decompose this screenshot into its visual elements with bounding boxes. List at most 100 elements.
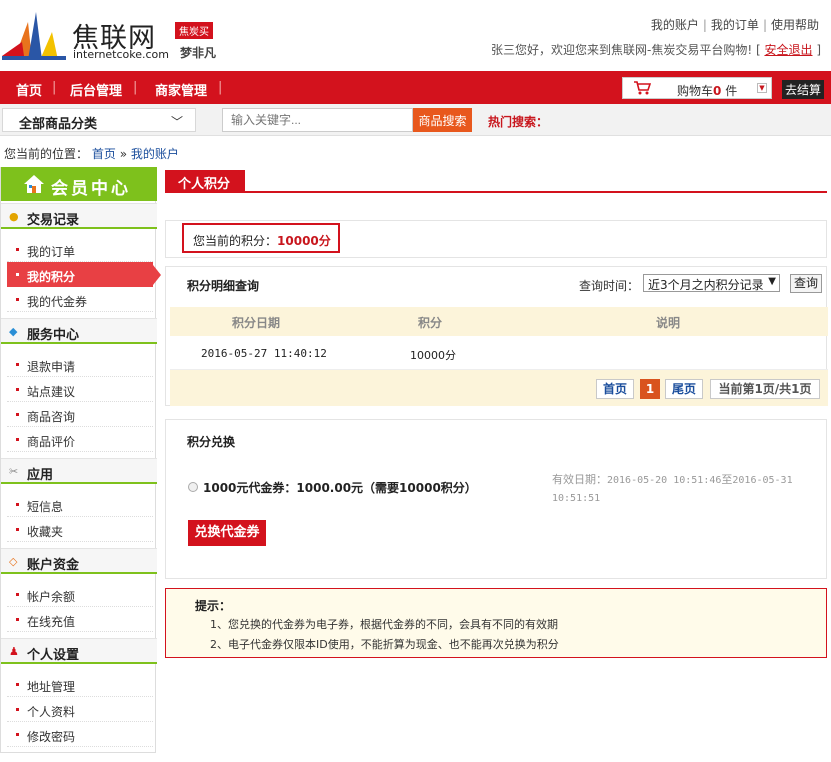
section-service: ◆ 服务中心 xyxy=(1,318,157,344)
cart-count: 0 xyxy=(713,84,722,98)
sidebar-item-label: 地址管理 xyxy=(27,680,76,694)
sidebar-item-points[interactable]: 我的积分 xyxy=(7,262,161,287)
sidebar-item-label: 在线充值 xyxy=(27,615,76,629)
breadcrumb-home[interactable]: 首页 xyxy=(92,147,116,161)
table-header: 积分日期 积分 说明 xyxy=(170,307,828,336)
dropdown-arrow-icon: ▼ xyxy=(768,276,776,287)
nav-merchant[interactable]: 商家管理 xyxy=(155,80,207,99)
tip-line: 1、您兑换的代金券为电子券，根据代金券的不同，会具有不同的有效期 xyxy=(210,618,558,631)
cart-dropdown-icon[interactable]: ▼ xyxy=(757,83,767,93)
top-links: 我的账户 | 我的订单 | 使用帮助 xyxy=(650,18,819,32)
current-points-value: 10000分 xyxy=(277,234,331,248)
sidebar-item-password[interactable]: 修改密码 xyxy=(7,722,153,747)
sidebar-item-label: 站点建议 xyxy=(27,385,76,399)
coin-icon: ● xyxy=(9,210,19,223)
top-link-account[interactable]: 我的账户 xyxy=(651,18,699,32)
column-header-points: 积分 xyxy=(418,316,443,330)
search-input[interactable] xyxy=(222,108,413,132)
sidebar-item-review[interactable]: 商品评价 xyxy=(7,427,153,452)
search-button[interactable]: 商品搜索 xyxy=(413,108,472,132)
cart-box[interactable]: 购物车0 件 ▼ xyxy=(622,77,772,99)
breadcrumb-prefix: 您当前的位置： xyxy=(4,147,89,161)
chat-icon: ◆ xyxy=(9,325,18,338)
sidebar-item-orders[interactable]: 我的订单 xyxy=(7,237,153,262)
exchange-title: 积分兑换 xyxy=(187,435,236,449)
query-time-value: 近3个月之内积分记录 xyxy=(648,278,764,292)
category-select[interactable]: 全部商品分类 ﹀ xyxy=(2,108,196,132)
sidebar-item-label: 我的代金券 xyxy=(27,295,88,309)
sidebar-item-label: 商品评价 xyxy=(27,435,76,449)
tools-icon: ✂ xyxy=(9,465,19,478)
top-link-orders[interactable]: 我的订单 xyxy=(711,18,759,32)
site-logo[interactable]: 焦联网 internetcoke.com 焦炭买 梦非凡 xyxy=(2,12,222,64)
valid-to-separator: 至 xyxy=(721,473,733,486)
sidebar-item-vouchers[interactable]: 我的代金券 xyxy=(7,287,153,312)
brand-tag: 焦炭买 xyxy=(175,22,213,39)
checkout-button[interactable]: 去结算 xyxy=(782,80,825,99)
points-detail-panel: 积分明细查询 查询时间： 近3个月之内积分记录 ▼ 查询 积分日期 积分 说明 … xyxy=(165,266,828,406)
valid-label: 有效日期： xyxy=(552,473,607,486)
section-apps: ✂ 应用 xyxy=(1,458,157,484)
logo-mark-icon xyxy=(2,12,66,60)
section-trade: ● 交易记录 xyxy=(1,203,157,229)
current-points-box: 您当前的积分：10000分 xyxy=(182,223,340,253)
cart-unit: 件 xyxy=(725,84,738,98)
section-label: 个人设置 xyxy=(27,648,80,663)
sidebar-item-balance[interactable]: 帐户余额 xyxy=(7,582,153,607)
sidebar-item-recharge[interactable]: 在线充值 xyxy=(7,607,153,632)
breadcrumb: 您当前的位置： 首页 » 我的账户 xyxy=(4,145,179,162)
detail-title: 积分明细查询 xyxy=(187,279,260,293)
active-arrow-icon xyxy=(153,265,161,285)
query-button[interactable]: 查询 xyxy=(790,274,822,293)
sidebar-item-inquiry[interactable]: 商品咨询 xyxy=(7,402,153,427)
valid-to-time: 10:51:51 xyxy=(552,493,601,504)
exchange-voucher-button[interactable]: 兑换代金券 xyxy=(188,520,266,546)
sidebar-item-refund[interactable]: 退款申请 xyxy=(7,352,153,377)
main-nav: 首页 | 后台管理 | 商家管理 | 购物车0 件 ▼ 去结算 xyxy=(0,71,831,104)
sidebar-item-label: 收藏夹 xyxy=(27,525,64,539)
logout-link[interactable]: 安全退出 xyxy=(764,43,812,57)
points-exchange-panel: 积分兑换 1000元代金券：1000.00元（需要10000积分） 有效日期：2… xyxy=(165,419,827,579)
page-last-button[interactable]: 尾页 xyxy=(665,379,703,399)
query-time-label: 查询时间： xyxy=(579,279,640,293)
sidebar-item-address[interactable]: 地址管理 xyxy=(7,672,153,697)
top-link-help[interactable]: 使用帮助 xyxy=(771,18,819,32)
cart-text: 购物车0 件 xyxy=(677,82,737,99)
breadcrumb-current[interactable]: 我的账户 xyxy=(131,147,179,161)
section-label: 服务中心 xyxy=(27,328,80,343)
nav-admin[interactable]: 后台管理 xyxy=(70,80,122,99)
voucher-valid-period: 有效日期：2016-05-20 10:51:46至2016-05-31 10:5… xyxy=(552,471,822,507)
welcome-close: ] xyxy=(816,43,821,57)
table-row: 2016-05-27 11:40:12 10000分 xyxy=(170,337,828,370)
sidebar-item-profile[interactable]: 个人资料 xyxy=(7,697,153,722)
brand-domain: internetcoke.com xyxy=(73,48,170,61)
valid-from: 2016-05-20 10:51:46 xyxy=(607,475,722,486)
nav-home[interactable]: 首页 xyxy=(16,80,42,99)
section-settings: ♟ 个人设置 xyxy=(1,638,157,664)
hot-search-label: 热门搜索： xyxy=(488,115,549,129)
sidebar-item-label: 修改密码 xyxy=(27,730,76,744)
sidebar-item-label: 退款申请 xyxy=(27,360,76,374)
sidebar-header: 会员中心 xyxy=(1,167,157,201)
page-current[interactable]: 1 xyxy=(640,379,660,399)
section-funds: ◇ 账户资金 xyxy=(1,548,157,574)
pagination: 首页 1 尾页 当前第1页/共1页 xyxy=(170,370,828,406)
welcome-text: 张三您好，欢迎您来到焦联网-焦炭交易平台购物! [ xyxy=(491,43,761,57)
sidebar-item-favorites[interactable]: 收藏夹 xyxy=(7,517,153,542)
voucher-option-label[interactable]: 1000元代金券：1000.00元（需要10000积分） xyxy=(203,479,477,496)
tab-bar: 个人积分 xyxy=(165,167,827,193)
sidebar-item-messages[interactable]: 短信息 xyxy=(7,492,153,517)
query-time-select[interactable]: 近3个月之内积分记录 ▼ xyxy=(643,274,780,292)
voucher-radio[interactable] xyxy=(188,482,198,492)
page-first-button[interactable]: 首页 xyxy=(596,379,634,399)
sidebar-item-label: 帐户余额 xyxy=(27,590,76,604)
sidebar-item-suggestion[interactable]: 站点建议 xyxy=(7,377,153,402)
category-label: 全部商品分类 xyxy=(19,117,98,132)
cart-icon xyxy=(634,81,651,95)
section-label: 应用 xyxy=(27,468,54,483)
sidebar-item-label: 我的积分 xyxy=(27,270,76,284)
tab-personal-points[interactable]: 个人积分 xyxy=(165,170,245,192)
breadcrumb-separator: » xyxy=(119,147,128,161)
home-icon xyxy=(24,175,44,193)
sidebar-item-label: 个人资料 xyxy=(27,705,76,719)
